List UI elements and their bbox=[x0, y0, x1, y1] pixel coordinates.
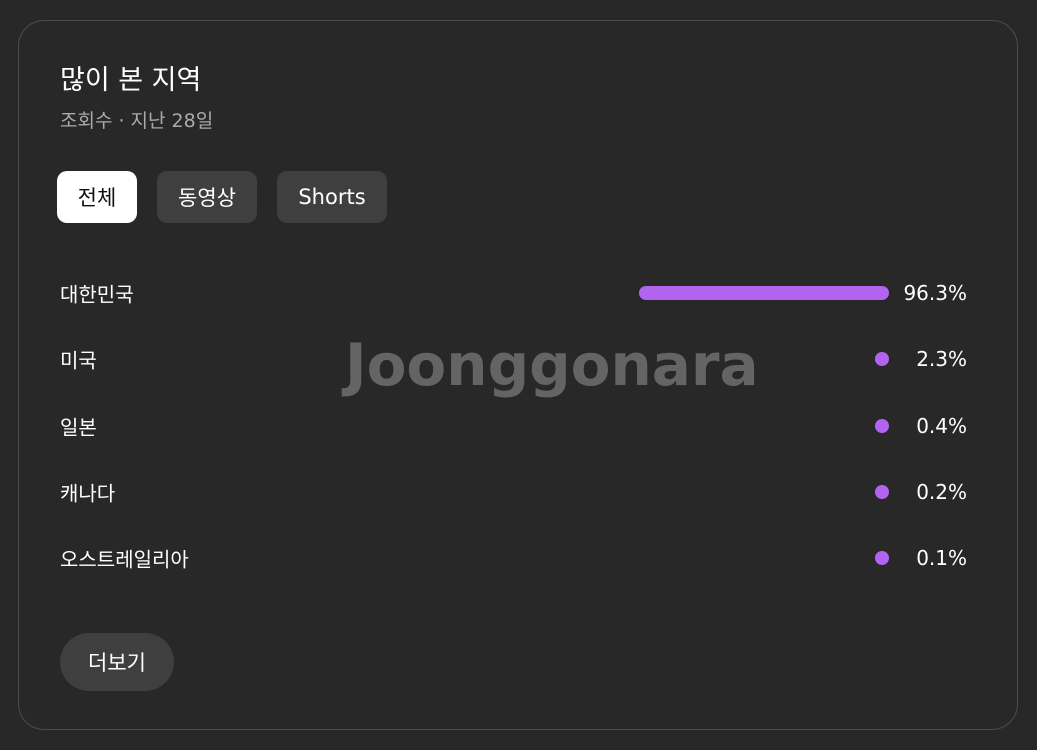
region-bar bbox=[875, 419, 889, 433]
card-subtitle: 조회수 · 지난 28일 bbox=[60, 110, 214, 132]
region-row: 미국 2.3% bbox=[19, 339, 1019, 379]
card-title: 많이 본 지역 bbox=[60, 65, 202, 96]
region-label: 미국 bbox=[60, 348, 97, 373]
region-bar-track bbox=[629, 286, 889, 300]
region-label: 오스트레일리아 bbox=[60, 547, 189, 572]
show-more-button[interactable]: 더보기 bbox=[60, 633, 174, 691]
region-value: 0.4% bbox=[916, 414, 967, 438]
region-bar-track bbox=[629, 352, 889, 366]
region-label: 대한민국 bbox=[60, 282, 134, 307]
region-value: 2.3% bbox=[916, 347, 967, 371]
tab-shorts[interactable]: Shorts bbox=[277, 171, 387, 223]
region-row: 일본 0.4% bbox=[19, 406, 1019, 446]
tab-videos[interactable]: 동영상 bbox=[157, 171, 257, 223]
region-value: 0.2% bbox=[916, 480, 967, 504]
region-row: 오스트레일리아 0.1% bbox=[19, 538, 1019, 578]
region-bar bbox=[875, 352, 889, 366]
content-type-tabs: 전체 동영상 Shorts bbox=[57, 171, 387, 223]
region-label: 일본 bbox=[60, 415, 97, 440]
region-bar bbox=[875, 485, 889, 499]
region-value: 0.1% bbox=[916, 546, 967, 570]
region-bar-track bbox=[629, 551, 889, 565]
region-bar-track bbox=[629, 485, 889, 499]
region-row: 캐나다 0.2% bbox=[19, 472, 1019, 512]
region-row: 대한민국 96.3% bbox=[19, 273, 1019, 313]
top-regions-card: 많이 본 지역 조회수 · 지난 28일 전체 동영상 Shorts 대한민국 … bbox=[18, 20, 1018, 730]
tab-all[interactable]: 전체 bbox=[57, 171, 137, 223]
region-value: 96.3% bbox=[903, 281, 967, 305]
region-bar-track bbox=[629, 419, 889, 433]
region-bar bbox=[638, 286, 889, 300]
region-label: 캐나다 bbox=[60, 481, 116, 506]
region-bar bbox=[875, 551, 889, 565]
